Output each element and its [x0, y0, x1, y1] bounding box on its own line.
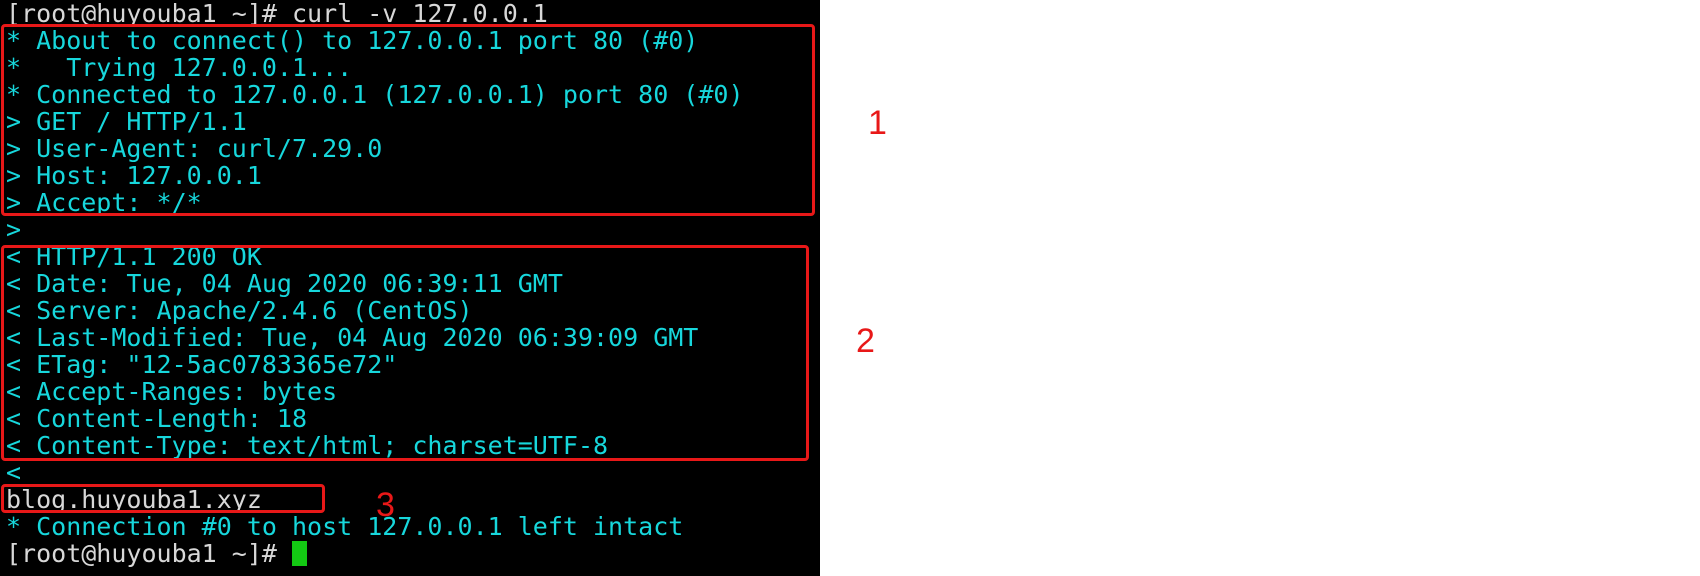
prompt-command-line: [root@huyouba1 ~]# curl -v 127.0.0.1	[6, 0, 548, 28]
output-line: <	[6, 458, 22, 487]
terminal-window[interactable]: [root@huyouba1 ~]# curl -v 127.0.0.1 * A…	[0, 0, 820, 576]
output-line: >	[6, 215, 22, 244]
annotation-box-response-body	[1, 484, 325, 513]
annotation-box-request	[1, 24, 815, 216]
annotation-label-1: 1	[868, 104, 887, 142]
terminal-cursor	[291, 541, 307, 566]
prompt-line[interactable]: [root@huyouba1 ~]#	[6, 540, 744, 567]
annotation-label-3: 3	[376, 486, 395, 524]
output-line: * Connection #0 to host 127.0.0.1 left i…	[6, 512, 684, 541]
annotation-box-response-headers	[1, 245, 809, 461]
prompt-text: [root@huyouba1 ~]#	[6, 539, 292, 568]
annotation-label-2: 2	[856, 322, 875, 360]
